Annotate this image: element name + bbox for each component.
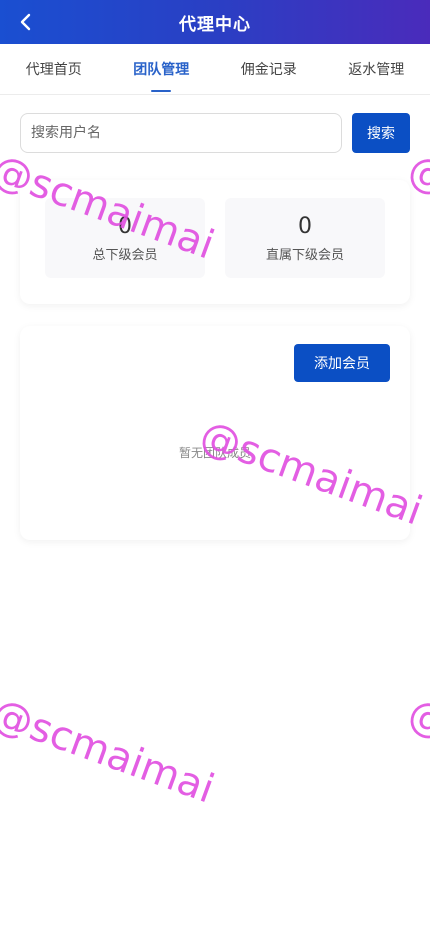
app-header: 代理中心 bbox=[0, 0, 430, 44]
team-members-card: 添加会员 暂无团队成员 bbox=[20, 326, 410, 540]
back-button[interactable] bbox=[10, 7, 40, 37]
add-member-button[interactable]: 添加会员 bbox=[294, 344, 390, 382]
total-members-value: 0 bbox=[118, 213, 132, 239]
tab-commission-records[interactable]: 佣金记录 bbox=[215, 44, 323, 94]
direct-members-stat: 0 直属下级会员 bbox=[225, 198, 385, 278]
tab-agent-home[interactable]: 代理首页 bbox=[0, 44, 108, 94]
page-title: 代理中心 bbox=[179, 14, 251, 35]
total-members-label: 总下级会员 bbox=[92, 247, 158, 263]
tab-team-management[interactable]: 团队管理 bbox=[108, 44, 216, 94]
watermark: @scmaimai bbox=[402, 690, 430, 813]
tab-bar: 代理首页 团队管理 佣金记录 返水管理 bbox=[0, 44, 430, 95]
search-input[interactable] bbox=[20, 113, 342, 153]
empty-state-text: 暂无团队成员 bbox=[178, 446, 251, 460]
direct-members-label: 直属下级会员 bbox=[265, 247, 344, 263]
chevron-left-icon bbox=[20, 13, 31, 31]
direct-members-value: 0 bbox=[298, 213, 312, 239]
total-members-stat: 0 总下级会员 bbox=[45, 198, 205, 278]
tab-rebate-management[interactable]: 返水管理 bbox=[323, 44, 430, 94]
watermark: @scmaimai bbox=[0, 690, 221, 813]
search-button[interactable]: 搜索 bbox=[352, 113, 410, 153]
stats-card: 0 总下级会员 0 直属下级会员 bbox=[20, 180, 410, 304]
search-row: 搜索 bbox=[20, 113, 410, 153]
